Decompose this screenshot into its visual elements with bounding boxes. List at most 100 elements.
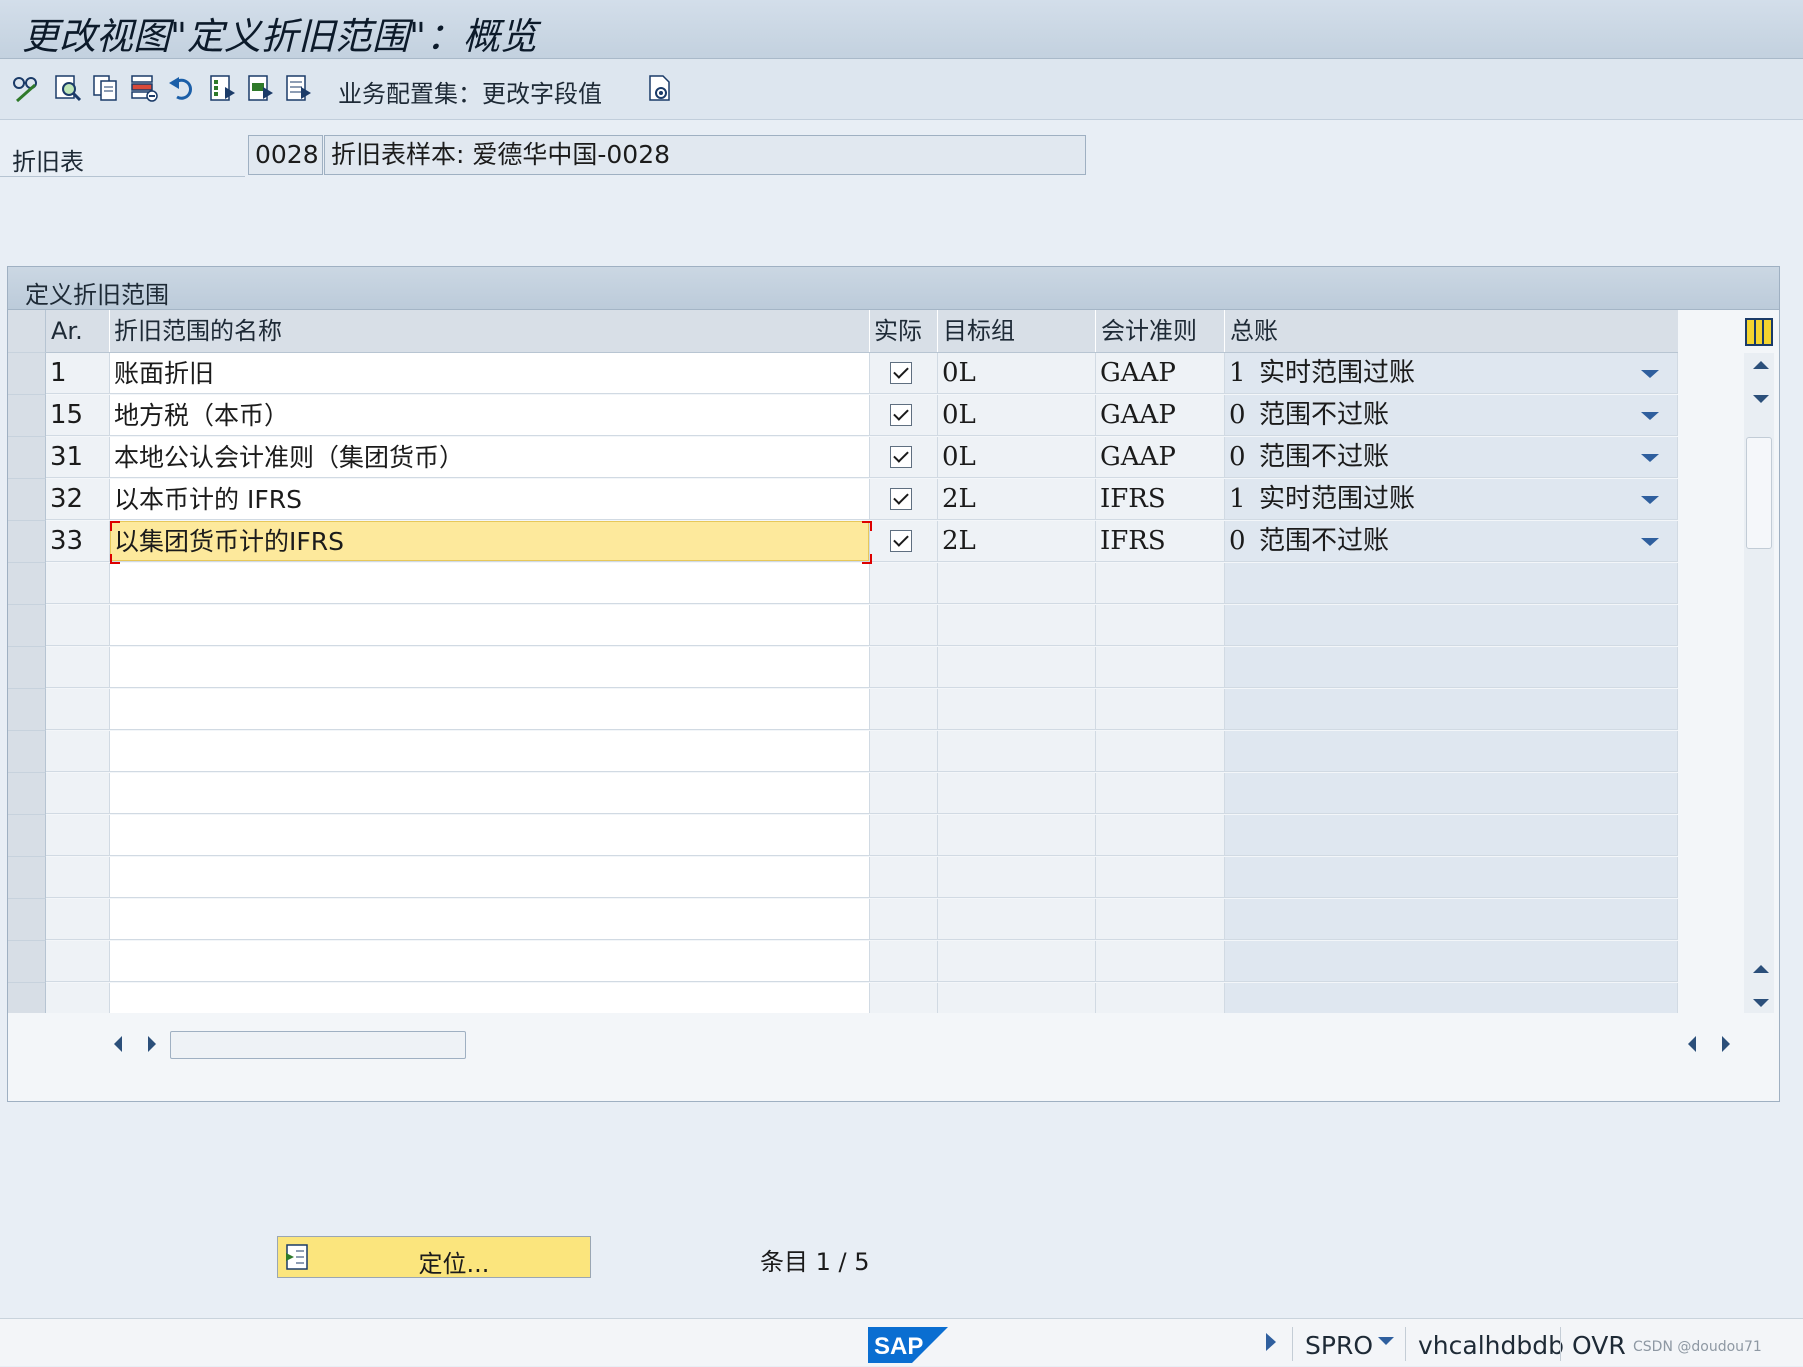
column-header-accounting-principle[interactable]: 会计准则 [1101,310,1223,352]
empty-table-row[interactable] [8,857,1678,899]
gl-posting-select[interactable]: 1 实时范围过账 [1225,353,1678,394]
search-details-icon[interactable] [52,72,84,104]
transaction-code[interactable]: SPRO [1305,1331,1373,1360]
row-selector[interactable] [8,521,46,563]
empty-table-row[interactable] [8,731,1678,773]
scroll-up-icon[interactable] [1753,361,1769,369]
row-selector[interactable] [8,479,46,521]
row-selector[interactable] [8,857,46,899]
horizontal-scroll-thumb[interactable] [170,1031,466,1059]
column-configuration-icon[interactable] [1745,318,1773,346]
area-name-input[interactable] [110,647,870,688]
empty-table-row[interactable] [8,647,1678,689]
row-selector[interactable] [8,983,46,1013]
row-selector[interactable] [8,563,46,605]
area-name-input[interactable] [110,605,870,646]
actual-checkbox[interactable] [890,488,912,510]
dropdown-arrow-icon[interactable] [1641,496,1659,504]
empty-table-row[interactable] [8,773,1678,815]
actual-checkbox[interactable] [890,362,912,384]
empty-table-row[interactable] [8,815,1678,857]
row-selector[interactable] [8,605,46,647]
gl-posting-select[interactable]: 0 范围不过账 [1225,437,1678,478]
position-button[interactable]: 定位... [277,1236,591,1278]
gl-posting-select[interactable]: 1 实时范围过账 [1225,479,1678,520]
column-header-gl[interactable]: 总账 [1230,310,1670,352]
row-selector[interactable] [8,353,46,395]
dropdown-arrow-icon[interactable] [1641,538,1659,546]
select-block-icon[interactable] [244,72,276,104]
table-row[interactable]: 31 本地公认会计准则（集团货币） 0L GAAP 0 范围不过账 [8,437,1678,479]
dropdown-arrow-icon[interactable] [1641,412,1659,420]
table-row[interactable]: 32 以本币计的 IFRS 2L IFRS 1 实时范围过账 [8,479,1678,521]
area-name-input[interactable] [110,731,870,772]
undo-icon[interactable] [166,72,198,104]
gl-posting-select[interactable]: 0 范围不过账 [1225,395,1678,436]
select-all-rows-cell[interactable] [8,310,46,353]
row-selector[interactable] [8,689,46,731]
area-name-input[interactable]: 账面折旧 [110,353,870,394]
gl-posting-select[interactable]: 0 范围不过账 [1225,521,1678,562]
area-name-input[interactable]: 本地公认会计准则（集团货币） [110,437,870,478]
vertical-scrollbar[interactable] [1744,353,1774,1013]
row-selector[interactable] [8,731,46,773]
status-expand-icon[interactable] [1266,1333,1276,1351]
page-up-icon[interactable] [1753,965,1769,973]
scroll-right-icon[interactable] [148,1036,156,1052]
select-all-icon[interactable] [206,72,238,104]
row-selector[interactable] [8,437,46,479]
table-row[interactable]: 33 以集团货币计的IFRS 2L IFRS 0 范围不过账 [8,521,1678,563]
horizontal-scrollbar[interactable] [8,1027,1779,1061]
empty-table-row[interactable] [8,563,1678,605]
area-name-input[interactable] [110,857,870,898]
actual-checkbox[interactable] [890,404,912,426]
delete-icon[interactable] [128,72,160,104]
copy-icon[interactable] [90,72,122,104]
vertical-scroll-thumb[interactable] [1746,437,1772,549]
dropdown-arrow-icon[interactable] [1641,454,1659,462]
empty-table-row[interactable] [8,605,1678,647]
transaction-dropdown-icon[interactable] [1378,1337,1394,1345]
table-row[interactable]: 1 账面折旧 0L GAAP 1 实时范围过账 [8,353,1678,395]
empty-table-row[interactable] [8,689,1678,731]
area-name-input[interactable]: 地方税（本币） [110,395,870,436]
area-name-input[interactable] [110,815,870,856]
area-name-input[interactable] [110,983,870,1013]
dropdown-arrow-icon[interactable] [1641,370,1659,378]
column-header-name[interactable]: 折旧范围的名称 [114,310,868,352]
scroll-right-end-icon[interactable] [1722,1036,1730,1052]
column-header-area[interactable]: Ar. [51,310,109,352]
actual-checkbox[interactable] [890,530,912,552]
row-selector[interactable] [8,647,46,689]
page-down-icon[interactable] [1753,999,1769,1007]
empty-table-row[interactable] [8,983,1678,1013]
column-header-actual[interactable]: 实际 [874,310,936,352]
actual-cell [870,563,938,604]
table-row[interactable]: 15 地方税（本币） 0L GAAP 0 范围不过账 [8,395,1678,437]
scroll-left-end-icon[interactable] [1688,1036,1696,1052]
area-name-input[interactable] [110,899,870,940]
insert-mode[interactable]: OVR [1572,1331,1626,1360]
row-selector[interactable] [8,815,46,857]
row-selector[interactable] [8,773,46,815]
row-selector[interactable] [8,899,46,941]
empty-table-row[interactable] [8,941,1678,983]
empty-table-row[interactable] [8,899,1678,941]
column-header-target-group[interactable]: 目标组 [943,310,1093,352]
actual-checkbox[interactable] [890,446,912,468]
gl-posting-cell [1225,983,1678,1013]
toolbar-bc-set-label[interactable]: 业务配置集：更改字段值 [338,74,602,109]
row-selector[interactable] [8,941,46,983]
configure-icon[interactable] [644,72,676,104]
edit-glasses-icon[interactable] [10,72,42,104]
row-selector[interactable] [8,395,46,437]
scroll-down-icon[interactable] [1753,395,1769,403]
scroll-left-icon[interactable] [114,1036,122,1052]
area-name-input[interactable]: 以本币计的 IFRS [110,479,870,520]
area-name-input[interactable] [110,563,870,604]
area-name-input[interactable] [110,941,870,982]
area-name-input[interactable] [110,773,870,814]
area-name-input[interactable] [110,689,870,730]
area-name-input[interactable]: 以集团货币计的IFRS [110,521,870,562]
deselect-all-icon[interactable] [282,72,314,104]
